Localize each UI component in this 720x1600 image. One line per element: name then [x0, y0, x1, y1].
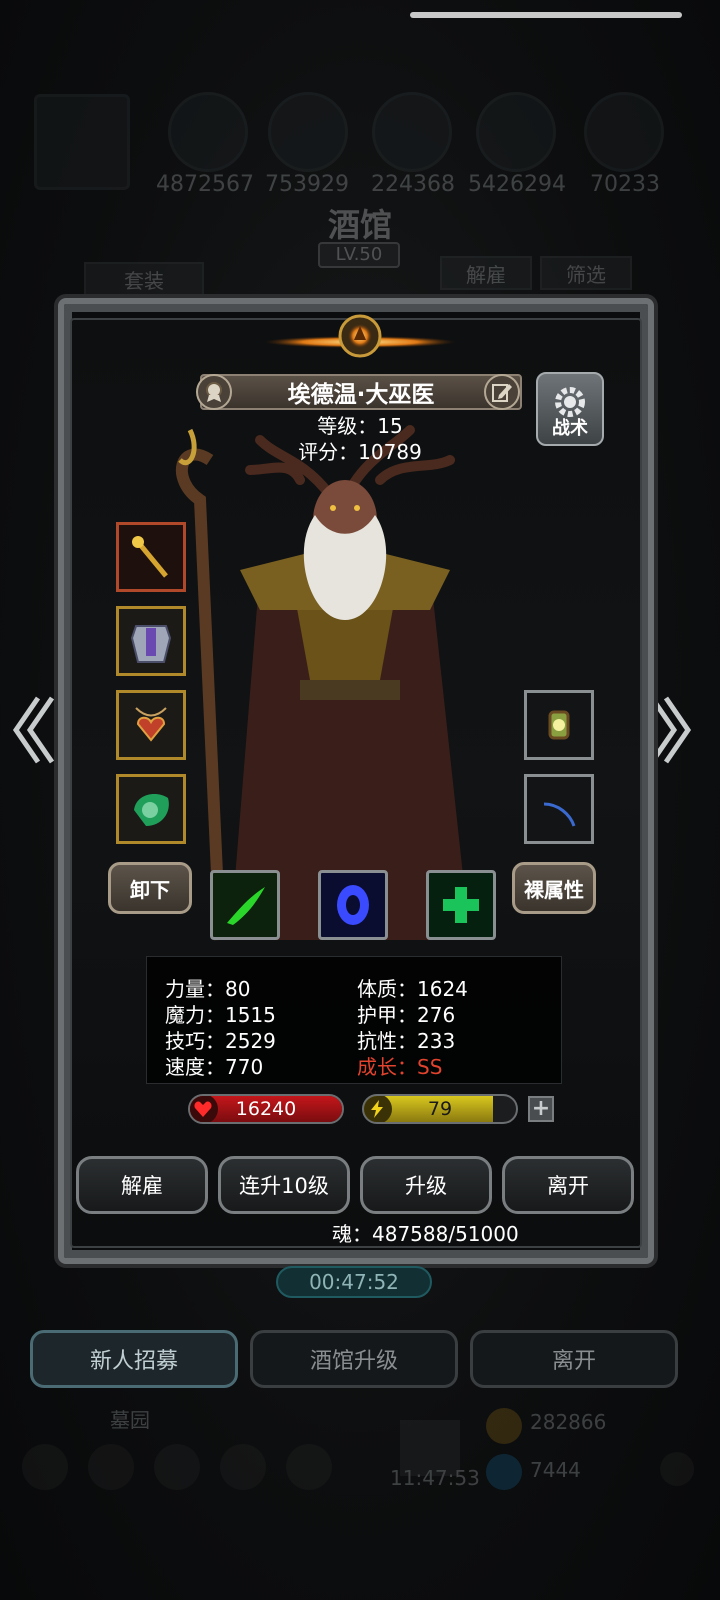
coin-count: 282866	[530, 1410, 607, 1434]
filter-button[interactable]: 筛选	[540, 256, 632, 290]
skill-slot-1[interactable]	[210, 870, 280, 940]
footer-time: 11:47:53	[390, 1466, 480, 1490]
dismiss-button[interactable]: 解雇	[76, 1156, 208, 1214]
stat-resistance: 抗性：233	[357, 1029, 456, 1053]
nav-icon-1[interactable]	[22, 1444, 68, 1490]
tavern-level-badge: LV.50	[318, 242, 400, 268]
stat-strength: 力量：80	[165, 977, 251, 1001]
equip-slot-trinket[interactable]	[524, 690, 594, 760]
leave-dialog-button[interactable]: 离开	[502, 1156, 634, 1214]
prev-hero-arrow-icon[interactable]	[8, 690, 58, 770]
add-gem-button[interactable]	[660, 1452, 694, 1486]
resource-value: 70233	[590, 172, 660, 197]
emblem-ornament-icon	[264, 314, 456, 358]
equip-slot-armor[interactable]	[116, 606, 186, 676]
stat-magic: 魔力：1515	[165, 1003, 276, 1027]
nav-icon-3[interactable]	[154, 1444, 200, 1490]
tavern-title: 酒馆	[327, 206, 392, 244]
plus-icon: +	[531, 1096, 551, 1121]
armor-icon	[130, 625, 172, 663]
resource-icon-1	[168, 92, 248, 172]
tavern-upgrade-button[interactable]: 酒馆升级	[250, 1330, 458, 1388]
resource-value: 4872567	[156, 172, 254, 197]
stat-skill: 技巧：2529	[165, 1029, 276, 1053]
coin-icon	[486, 1408, 522, 1444]
resource-icon-2	[268, 92, 348, 172]
hero-info-button[interactable]	[196, 374, 232, 410]
base-attributes-button[interactable]: 裸属性	[512, 862, 596, 914]
ring-icon	[134, 794, 169, 826]
hp-bar: 16240	[188, 1094, 344, 1124]
recruit-button[interactable]: 新人招募	[30, 1330, 238, 1388]
unequip-button[interactable]: 卸下	[108, 862, 192, 914]
gem-count: 7444	[530, 1458, 581, 1482]
hero-score: 评分：10789	[298, 440, 422, 464]
set-button[interactable]: 套装	[84, 262, 204, 296]
gem-icon	[486, 1454, 522, 1490]
skill-slot-3[interactable]	[426, 870, 496, 940]
rename-button[interactable]	[484, 374, 520, 410]
resource-icon-3	[372, 92, 452, 172]
heart-icon	[190, 1096, 218, 1122]
equip-slot-weapon[interactable]	[116, 522, 186, 592]
blue-spirit-icon	[337, 885, 369, 925]
amulet-icon	[135, 707, 167, 742]
energy-bar: 79	[362, 1094, 518, 1124]
resource-icon-4	[476, 92, 556, 172]
resource-value: 5426294	[468, 172, 566, 197]
edit-icon	[492, 384, 512, 402]
skill-slot-2[interactable]	[318, 870, 388, 940]
stat-speed: 速度：770	[165, 1055, 264, 1079]
gear-icon	[555, 387, 585, 417]
equip-slot-offhand[interactable]	[524, 774, 594, 844]
equip-slot-amulet[interactable]	[116, 690, 186, 760]
equip-slot-ring[interactable]	[116, 774, 186, 844]
resource-value: 224368	[371, 172, 455, 197]
upgrade-button[interactable]: 升级	[360, 1156, 492, 1214]
graveyard-label: 墓园	[110, 1408, 150, 1432]
staff-icon	[132, 536, 168, 578]
lightning-icon	[364, 1096, 392, 1122]
green-slash-icon	[227, 887, 265, 925]
status-bar-indicator	[410, 12, 682, 18]
nav-icon-4[interactable]	[220, 1444, 266, 1490]
stat-growth: 成长：SS	[357, 1055, 443, 1079]
timer-value: 00:47:52	[309, 1270, 399, 1294]
hero-level: 等级：15	[317, 414, 403, 438]
medal-icon	[206, 382, 222, 402]
dismiss-top-button[interactable]: 解雇	[440, 256, 532, 290]
hero-name-plate: 埃德温·大巫医	[200, 374, 522, 410]
level-up-10-button[interactable]: 连升10级	[218, 1156, 350, 1214]
tactics-button[interactable]: 战术	[536, 372, 604, 446]
resource-value: 753929	[265, 172, 349, 197]
lantern-icon	[548, 710, 570, 740]
green-cross-icon	[443, 887, 479, 923]
leave-tavern-button[interactable]: 离开	[470, 1330, 678, 1388]
avatar	[34, 94, 130, 190]
nav-icon-2[interactable]	[88, 1444, 134, 1490]
stat-armor: 护甲：276	[357, 1003, 456, 1027]
blade-icon	[543, 802, 576, 827]
stats-panel: 力量：80 魔力：1515 技巧：2529 速度：770 体质：1624 护甲：…	[146, 956, 562, 1084]
recruit-timer: 00:47:52	[276, 1266, 432, 1298]
stat-constitution: 体质：1624	[357, 977, 468, 1001]
add-energy-button[interactable]: +	[528, 1096, 554, 1122]
nav-icon-5[interactable]	[286, 1444, 332, 1490]
resource-icon-5	[584, 92, 664, 172]
soul-counter: 魂：487588/51000	[332, 1222, 519, 1246]
